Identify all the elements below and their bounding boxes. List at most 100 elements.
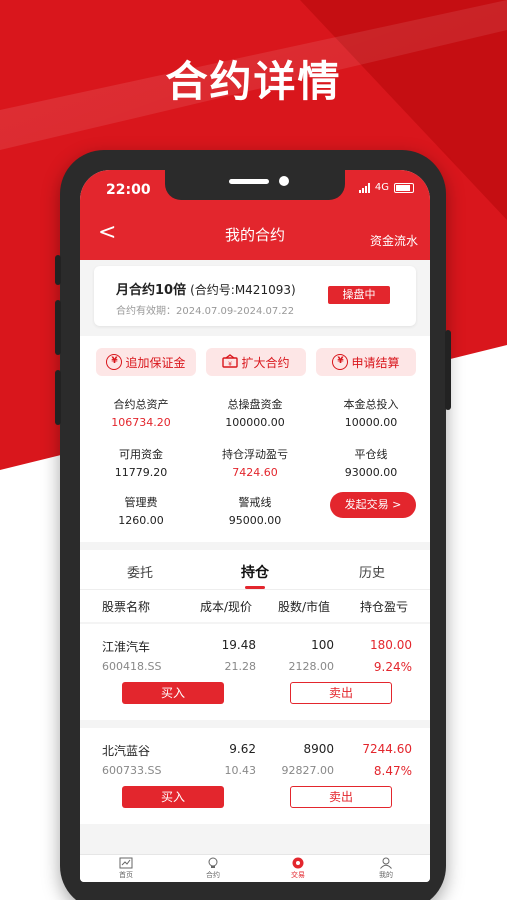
sell-button[interactable]: 卖出: [290, 682, 392, 704]
stat-label: 平仓线: [354, 448, 388, 461]
buy-button[interactable]: 买入: [122, 682, 224, 704]
stock-pnl-percent: 9.24%: [373, 660, 412, 674]
expand-contract-button[interactable]: ¥ 扩大合约: [206, 348, 306, 376]
active-tab-indicator: [245, 586, 265, 589]
bottom-tab-home[interactable]: 首页: [96, 857, 156, 880]
stock-name: 江淮汽车: [102, 640, 151, 654]
tab-history[interactable]: 历史: [332, 562, 412, 581]
stat-management-fee: 管理费 1260.00: [86, 494, 196, 527]
phone-volume-up: [55, 300, 61, 355]
user-icon: [380, 857, 392, 869]
stock-price: 10.43: [224, 764, 257, 777]
status-badge: 操盘中: [328, 286, 390, 304]
stock-cost: 9.62: [229, 742, 256, 756]
stat-value: 100000.00: [225, 416, 285, 429]
stat-label: 总操盘资金: [227, 398, 283, 411]
stat-total-assets: 合约总资产 106734.20: [86, 396, 196, 429]
bottom-tab-label: 交易: [291, 871, 305, 879]
header-stock-name: 股票名称: [102, 600, 151, 614]
stat-label: 管理费: [124, 496, 158, 509]
header-cost-price: 成本/现价: [200, 600, 253, 614]
bottom-tab-bar: 首页 合约 交易 我的: [80, 854, 430, 882]
yen-icon: ¥: [332, 354, 349, 370]
buy-button[interactable]: 买入: [122, 786, 224, 808]
stock-code: 600418.SS: [102, 660, 162, 673]
contract-validity: 合约有效期：2024.07.09-2024.07.22: [116, 306, 295, 317]
tab-orders[interactable]: 委托: [100, 562, 180, 581]
stat-label: 持仓浮动盈亏: [222, 448, 288, 461]
camera-icon: [279, 176, 289, 186]
svg-text:¥: ¥: [229, 361, 233, 368]
stat-principal: 本金总投入 10000.00: [316, 396, 426, 429]
stat-value: 106734.20: [111, 416, 171, 429]
stat-liquidation-line: 平仓线 93000.00: [316, 446, 426, 479]
header-pnl: 持仓盈亏: [360, 600, 409, 614]
holdings-table-header: 股票名称 成本/现价 股数/市值 持仓盈亏: [80, 590, 430, 622]
contract-title: 月合约10倍 (合约号:M421093): [116, 279, 296, 298]
add-margin-label: 追加保证金: [125, 355, 186, 370]
bottom-tab-me[interactable]: 我的: [356, 857, 416, 880]
yen-icon: ¥: [106, 354, 123, 370]
stat-total-capital: 总操盘资金 100000.00: [200, 396, 310, 429]
stat-value: 95000.00: [228, 514, 282, 527]
stock-shares: 8900: [303, 742, 334, 756]
fund-flow-link[interactable]: 资金流水: [370, 232, 418, 249]
battery-icon: [394, 182, 414, 193]
table-row: 江淮汽车 600418.SS 19.48 21.28 100 2128.00 1…: [80, 624, 430, 720]
contract-card: 月合约10倍 (合约号:M421093) 合约有效期：2024.07.09-202…: [94, 266, 416, 326]
phone-power-button: [445, 330, 451, 410]
stock-market-value: 92827.00: [281, 764, 335, 777]
apply-settlement-label: 申请结算: [351, 355, 400, 370]
start-trade-button[interactable]: 发起交易 >: [330, 492, 416, 518]
stock-market-value: 2128.00: [288, 660, 335, 673]
expand-icon: ¥: [222, 353, 239, 371]
phone-notch: [165, 170, 345, 200]
contract-info-panel: ¥ 追加保证金 ¥ 扩大合约 ¥ 申请结算 合约总资产 106734.20 总操…: [80, 336, 430, 542]
bottom-tab-label: 我的: [379, 871, 393, 879]
stock-shares: 100: [311, 638, 334, 652]
add-margin-button[interactable]: ¥ 追加保证金: [96, 348, 196, 376]
stat-value: 1260.00: [118, 514, 164, 527]
bulb-icon: [208, 857, 218, 868]
stat-value: 11779.20: [114, 466, 168, 479]
promo-title: 合约详情: [165, 57, 342, 106]
tab-holdings[interactable]: 持仓: [215, 562, 295, 582]
stat-floating-pnl: 持仓浮动盈亏 7424.60: [200, 446, 310, 479]
trade-icon: [292, 857, 304, 869]
stock-code: 600733.SS: [102, 764, 162, 777]
bottom-tab-trade[interactable]: 交易: [268, 857, 328, 880]
stock-price: 21.28: [224, 660, 257, 673]
status-indicators: 4G: [358, 182, 414, 193]
contract-number: (合约号:M421093): [190, 283, 296, 297]
signal-icon: [358, 182, 370, 193]
app-screen: 22:00 4G < 我的合约 资金流水 月合约10倍 (合约号:M421093)…: [80, 170, 430, 882]
nav-bar: < 我的合约 资金流水: [80, 210, 430, 260]
sell-button[interactable]: 卖出: [290, 786, 392, 808]
stock-pnl: 7244.60: [362, 742, 412, 756]
stat-label: 本金总投入: [343, 398, 399, 411]
contract-name: 月合约10倍: [116, 283, 187, 298]
table-row: 北汽蓝谷 600733.SS 9.62 10.43 8900 92827.00 …: [80, 728, 430, 824]
stat-value: 7424.60: [232, 466, 278, 479]
stat-value: 93000.00: [344, 466, 398, 479]
apply-settlement-button[interactable]: ¥ 申请结算: [316, 348, 416, 376]
stat-warning-line: 警戒线 95000.00: [200, 494, 310, 527]
stock-pnl-percent: 8.47%: [373, 764, 412, 778]
bottom-tab-contract[interactable]: 合约: [183, 857, 243, 880]
chart-icon: [119, 857, 133, 869]
stat-label: 合约总资产: [113, 398, 169, 411]
stat-value: 10000.00: [344, 416, 398, 429]
expand-contract-label: 扩大合约: [241, 355, 290, 370]
stock-cost: 19.48: [221, 638, 256, 652]
phone-side-button: [55, 255, 61, 285]
bottom-tab-label: 首页: [119, 871, 133, 879]
stat-available-funds: 可用资金 11779.20: [86, 446, 196, 479]
position-tabs: 委托 持仓 历史: [80, 550, 430, 590]
network-label: 4G: [374, 182, 389, 193]
stock-pnl: 180.00: [370, 638, 412, 652]
stat-label: 警戒线: [238, 496, 272, 509]
header-shares-value: 股数/市值: [278, 600, 331, 614]
stat-label: 可用资金: [119, 448, 163, 461]
stock-name: 北汽蓝谷: [102, 744, 151, 758]
speaker-icon: [229, 179, 269, 184]
